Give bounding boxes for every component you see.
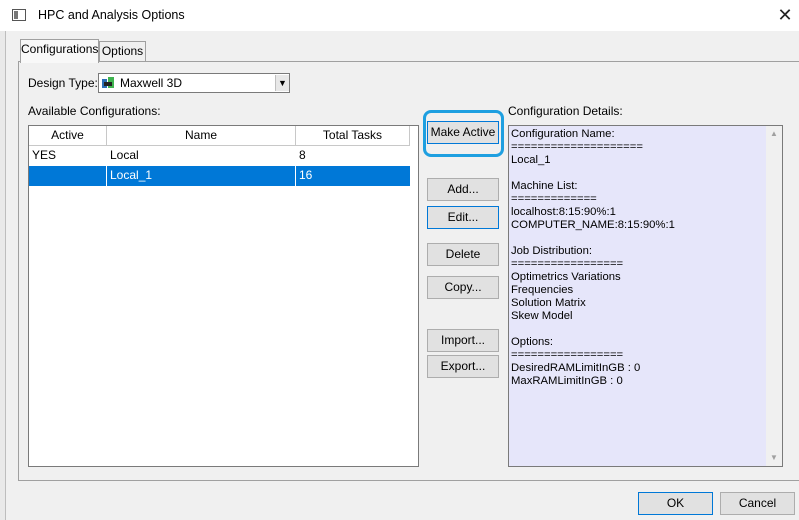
configuration-details-text: Configuration Name: ====================… (511, 128, 675, 387)
make-active-button[interactable]: Make Active (427, 121, 499, 144)
add-button[interactable]: Add... (427, 178, 499, 201)
window-border (0, 31, 6, 520)
cancel-button[interactable]: Cancel (720, 492, 795, 515)
edit-button[interactable]: Edit... (427, 206, 499, 229)
cell-name: Local (110, 148, 139, 162)
cell-total-tasks: 16 (299, 168, 313, 182)
configurations-table[interactable]: Active Name Total Tasks YES Local 8 Loca… (28, 125, 419, 467)
maxwell-icon (102, 77, 114, 88)
cell-total-tasks: 8 (299, 148, 306, 162)
export-button[interactable]: Export... (427, 355, 499, 378)
chevron-down-icon[interactable]: ▼ (275, 75, 289, 91)
table-row[interactable]: YES Local 8 (29, 146, 410, 166)
scroll-down-icon[interactable]: ▼ (766, 450, 782, 466)
close-icon[interactable]: ✕ (774, 4, 796, 26)
design-type-value: Maxwell 3D (120, 76, 183, 90)
cell-name: Local_1 (110, 168, 153, 182)
configuration-details-label: Configuration Details: (508, 104, 623, 118)
configuration-details-panel[interactable]: Configuration Name: ====================… (508, 125, 783, 467)
tab-options[interactable]: Options (99, 41, 146, 61)
delete-button[interactable]: Delete (427, 243, 499, 266)
import-button[interactable]: Import... (427, 329, 499, 352)
tab-configurations[interactable]: Configurations (20, 39, 99, 63)
window-title: HPC and Analysis Options (38, 8, 185, 22)
column-header-active[interactable]: Active (29, 126, 107, 146)
window-icon (12, 9, 26, 21)
cell-active: YES (32, 148, 57, 162)
details-scrollbar[interactable]: ▲ ▼ (766, 126, 782, 466)
design-type-label: Design Type: (28, 76, 98, 90)
scroll-up-icon[interactable]: ▲ (766, 126, 782, 142)
design-type-select[interactable]: Maxwell 3D ▼ (98, 73, 290, 93)
copy-button[interactable]: Copy... (427, 276, 499, 299)
column-header-name[interactable]: Name (107, 126, 296, 146)
column-header-total-tasks[interactable]: Total Tasks (296, 126, 410, 146)
ok-button[interactable]: OK (638, 492, 713, 515)
table-row-selected[interactable]: Local_1 16 (29, 166, 410, 186)
cell-active (29, 166, 107, 186)
available-configurations-label: Available Configurations: (28, 104, 161, 118)
